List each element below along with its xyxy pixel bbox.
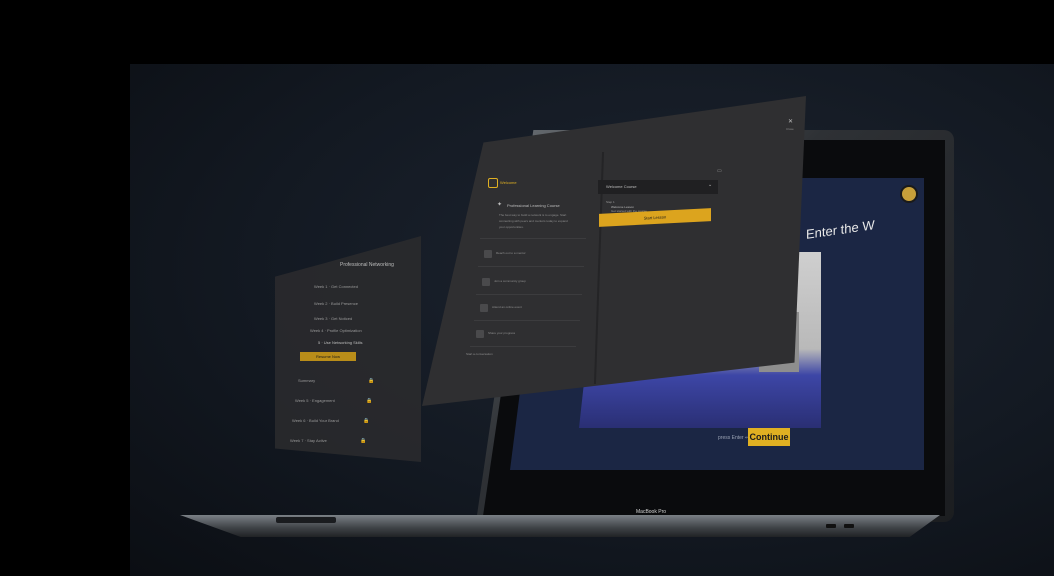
tablet-icon: ▭	[717, 168, 722, 174]
step-label: Step 1	[606, 200, 615, 204]
outline-item[interactable]: Week 1 · Get Connected	[314, 284, 358, 289]
usb-port	[826, 524, 836, 528]
outline-item[interactable]: Week 2 · Build Presence	[314, 301, 358, 306]
continue-button[interactable]: Continue	[748, 428, 790, 446]
lock-icon: 🔒	[363, 418, 370, 424]
laptop-brand-label: MacBook Pro	[636, 509, 667, 515]
row-separator	[478, 266, 584, 267]
lock-icon: 🔒	[360, 438, 367, 444]
row-separator	[480, 238, 586, 239]
row-label[interactable]: Reach out to a mentor	[496, 251, 526, 255]
chevron-down-icon[interactable]: ⌄	[708, 182, 712, 188]
course-dropdown-label: Welcome Course	[606, 184, 637, 189]
avatar[interactable]	[900, 185, 918, 203]
intro-line: connecting with peers and mentors today …	[499, 219, 568, 223]
row-separator	[474, 320, 580, 321]
outline-locked-item: Week 6 · Build Your Brand	[292, 418, 339, 423]
lock-icon: 🔒	[368, 378, 375, 384]
close-label: Close	[786, 127, 794, 131]
press-enter-hint: press Enter ↵	[718, 435, 750, 441]
row-separator	[470, 346, 576, 347]
outline-item[interactable]: Week 3 · Get Noticed	[314, 316, 352, 321]
outline-locked-item: Week 7 · Stay Active	[290, 438, 327, 443]
row-thumbnail	[482, 278, 490, 286]
usb-port	[844, 524, 854, 528]
laptop-notch	[276, 517, 336, 523]
row-thumbnail	[484, 250, 492, 258]
track-icon: ✦	[497, 202, 503, 208]
intro-line: your opportunities.	[499, 225, 524, 229]
close-icon[interactable]: ✕	[788, 118, 793, 125]
track-title: Professional Learning Course	[507, 203, 560, 208]
intro-line: The best way to build a network is to en…	[499, 213, 567, 217]
resume-button[interactable]: Resume Now	[300, 352, 356, 361]
row-label[interactable]: Join a community group	[494, 279, 526, 283]
outline-item-active[interactable]: 5 · Use Networking Skills	[318, 340, 362, 345]
brand-name: Welcome	[500, 180, 517, 185]
row-separator	[476, 294, 582, 295]
brand-logo-icon	[488, 178, 498, 188]
outline-header: Professional Networking	[340, 262, 394, 268]
outline-item[interactable]: Week 4 · Profile Optimization	[310, 328, 362, 333]
lock-icon: 🔒	[366, 398, 373, 404]
row-thumbnail	[480, 304, 488, 312]
outline-locked-item: Week 5 · Engagement	[295, 398, 335, 403]
outline-locked-item: Summary	[298, 378, 316, 383]
row-label[interactable]: Start a conversation	[466, 352, 493, 356]
row-label[interactable]: Share your progress	[488, 331, 515, 335]
row-label[interactable]: Attend an online event	[492, 305, 522, 309]
row-thumbnail	[476, 330, 484, 338]
